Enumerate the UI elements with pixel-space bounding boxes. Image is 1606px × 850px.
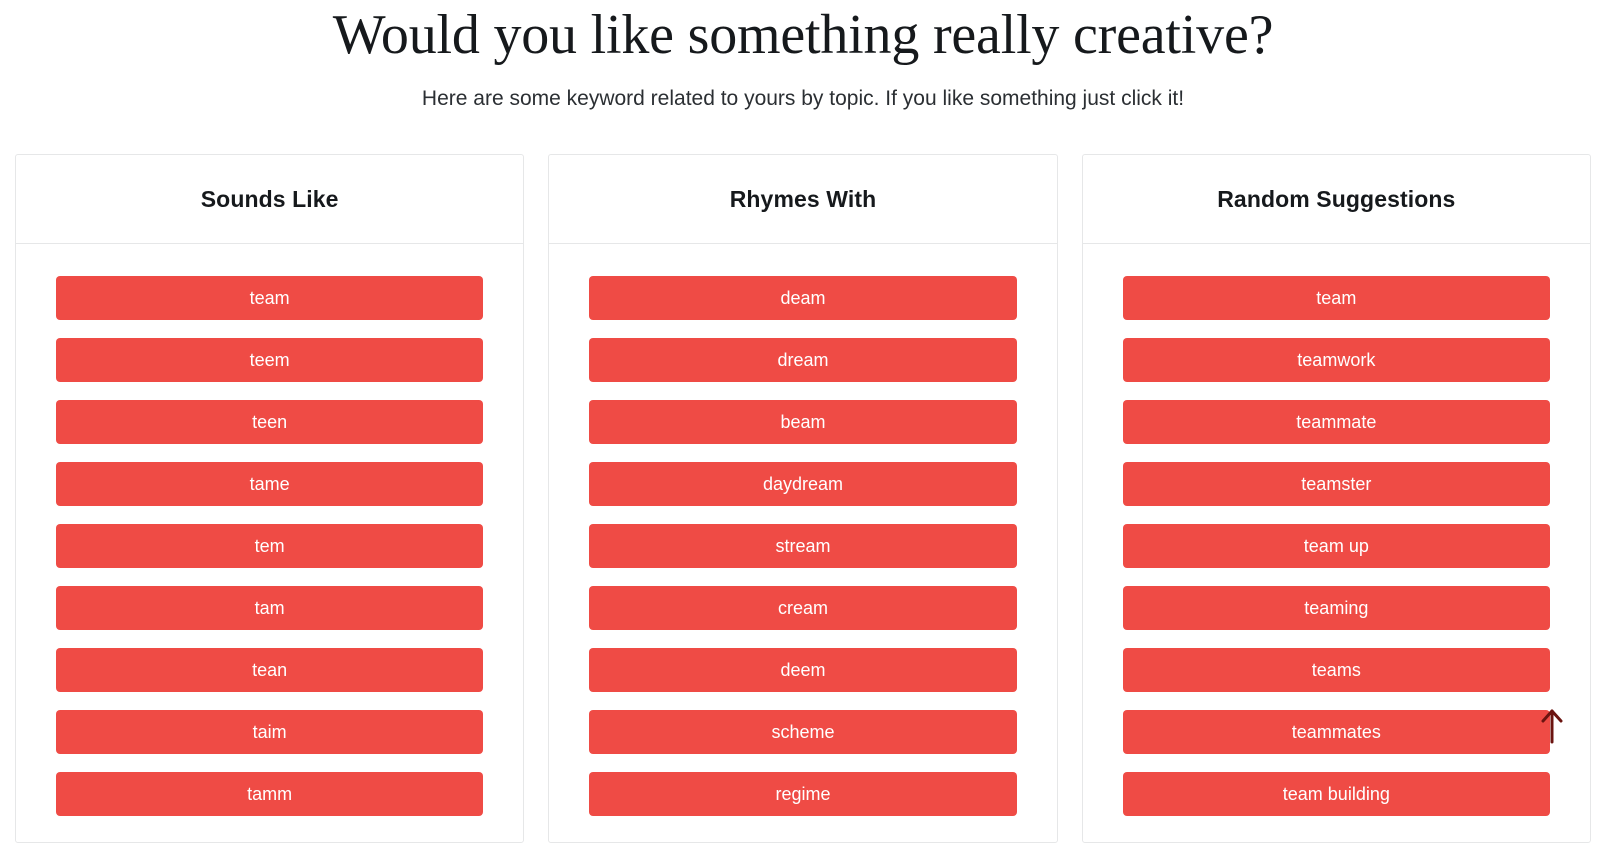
card-header-random-suggestions: Random Suggestions — [1082, 155, 1590, 244]
keyword-suggestions-page: Would you like something really creative… — [0, 0, 1606, 850]
word-button[interactable]: cream — [589, 586, 1017, 630]
page-title: Would you like something really creative… — [332, 4, 1274, 66]
word-button[interactable]: tame — [56, 462, 484, 506]
word-button[interactable]: teem — [56, 338, 484, 382]
card-header-sounds-like: Sounds Like — [16, 155, 524, 244]
page-header: Would you like something really creative… — [0, 0, 1606, 112]
word-button[interactable]: teamster — [1122, 462, 1550, 506]
word-button[interactable]: team building — [1122, 772, 1550, 816]
card-sounds-like: Sounds Like team teem teen tame tem tam … — [15, 154, 525, 843]
word-button[interactable]: tam — [56, 586, 484, 630]
word-button[interactable]: team up — [1122, 524, 1550, 568]
word-button[interactable]: regime — [589, 772, 1017, 816]
card-header-rhymes-with: Rhymes With — [549, 155, 1057, 244]
word-button[interactable]: teamwork — [1122, 338, 1550, 382]
word-button[interactable]: beam — [589, 400, 1017, 444]
suggestion-columns: Sounds Like team teem teen tame tem tam … — [15, 154, 1591, 843]
card-rhymes-with: Rhymes With deam dream beam daydream str… — [548, 154, 1058, 843]
word-button[interactable]: teams — [1122, 648, 1550, 692]
word-button[interactable]: tean — [56, 648, 484, 692]
word-button[interactable]: tamm — [56, 772, 484, 816]
card-random-suggestions: Random Suggestions team teamwork teammat… — [1081, 154, 1591, 843]
word-button[interactable]: team — [56, 276, 484, 320]
word-button[interactable]: dream — [589, 338, 1017, 382]
word-button[interactable]: teammates — [1122, 710, 1550, 754]
card-title-sounds-like: Sounds Like — [200, 185, 339, 212]
arrow-up-icon — [1541, 709, 1563, 744]
word-button[interactable]: team — [1122, 276, 1550, 320]
word-button[interactable]: deam — [589, 276, 1017, 320]
card-title-rhymes-with: Rhymes With — [729, 185, 877, 212]
word-button[interactable]: teaming — [1122, 586, 1550, 630]
word-button[interactable]: daydream — [589, 462, 1017, 506]
word-button[interactable]: scheme — [589, 710, 1017, 754]
word-button[interactable]: taim — [56, 710, 484, 754]
card-title-random-suggestions: Random Suggestions — [1217, 185, 1456, 212]
word-button[interactable]: teammate — [1122, 400, 1550, 444]
word-button[interactable]: teen — [56, 400, 484, 444]
word-button[interactable]: tem — [56, 524, 484, 568]
page-subtitle: Here are some keyword related to yours b… — [421, 87, 1185, 111]
word-list-random-suggestions: team teamwork teammate teamster team up … — [1083, 244, 1590, 842]
word-button[interactable]: stream — [589, 524, 1017, 568]
word-list-sounds-like: team teem teen tame tem tam tean taim ta… — [16, 244, 523, 842]
word-list-rhymes-with: deam dream beam daydream stream cream de… — [549, 244, 1056, 842]
scroll-to-top-button[interactable] — [1539, 708, 1565, 744]
word-button[interactable]: deem — [589, 648, 1017, 692]
